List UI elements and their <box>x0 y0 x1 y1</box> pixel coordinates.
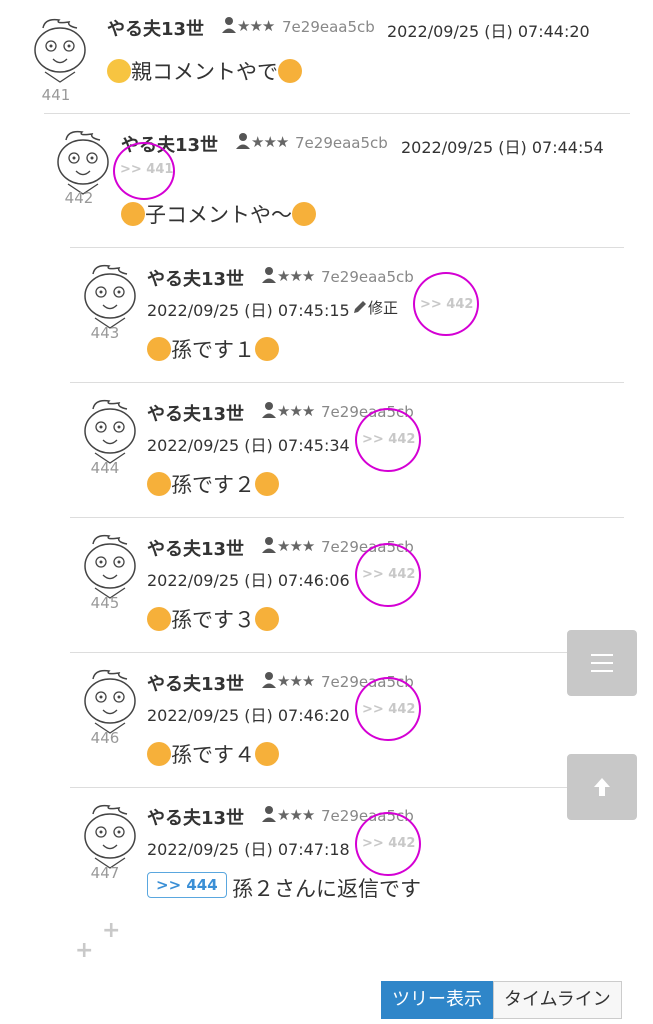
view-tabs: ツリー表示 タイムライン <box>381 981 622 1019</box>
person-icon <box>261 536 277 558</box>
post-number: 443 <box>90 324 120 342</box>
user-id[interactable]: 7e29eaa5cb <box>321 403 414 421</box>
rank-stars: ★★★ <box>277 267 315 285</box>
post-date: 2022/09/25 (日) 07:46:20 <box>147 706 350 725</box>
girl-emoji-icon <box>147 472 171 496</box>
rank-stars: ★★★ <box>237 17 275 35</box>
post-body: 孫です３ <box>147 604 279 634</box>
boy-emoji-icon <box>255 742 279 766</box>
post-body: 孫です１ <box>147 334 279 364</box>
reply-anchor[interactable]: >> 442 <box>362 432 415 447</box>
post-number: 447 <box>90 864 120 882</box>
user-id[interactable]: 7e29eaa5cb <box>321 538 414 556</box>
divider <box>70 517 624 518</box>
reply-anchor[interactable]: >> 442 <box>420 297 473 312</box>
rank-stars: ★★★ <box>277 806 315 824</box>
yaruo-avatar-icon[interactable] <box>25 14 95 84</box>
yaruo-avatar-icon[interactable] <box>75 260 145 330</box>
post-date: 2022/09/25 (日) 07:44:20 <box>387 22 590 41</box>
menu-button[interactable] <box>567 630 637 696</box>
person-icon <box>261 805 277 827</box>
girl-emoji-icon <box>255 472 279 496</box>
post-date: 2022/09/25 (日) 07:45:15 <box>147 301 350 320</box>
user-id[interactable]: 7e29eaa5cb <box>321 268 414 286</box>
yaruo-avatar-icon[interactable] <box>75 530 145 600</box>
rank-stars: ★★★ <box>277 537 315 555</box>
reply-link[interactable]: >> 444 <box>147 872 227 898</box>
expand-plus-icon[interactable]: + <box>102 918 120 943</box>
post-body: 孫です４ <box>147 739 279 769</box>
post-number: 445 <box>90 594 120 612</box>
post-number: 441 <box>41 86 71 104</box>
author-name[interactable]: やる夫13世 <box>147 804 244 830</box>
person-icon <box>261 401 277 423</box>
post-body: 子コメントや～ <box>121 199 316 229</box>
person-icon <box>235 132 251 154</box>
author-name[interactable]: やる夫13世 <box>107 15 204 41</box>
pencil-icon <box>354 301 366 313</box>
girl-emoji-icon <box>255 607 279 631</box>
reply-anchor[interactable]: >> 441 <box>120 162 173 177</box>
boy-emoji-icon <box>121 202 145 226</box>
expand-plus-icon[interactable]: + <box>75 938 93 963</box>
person-icon <box>221 16 237 38</box>
post-number: 444 <box>90 459 120 477</box>
author-name[interactable]: やる夫13世 <box>121 131 218 157</box>
post-date: 2022/09/25 (日) 07:45:34 <box>147 436 350 455</box>
divider <box>70 382 624 383</box>
boy-emoji-icon <box>147 607 171 631</box>
rank-stars: ★★★ <box>277 672 315 690</box>
scroll-top-button[interactable] <box>567 754 637 820</box>
divider <box>44 113 630 114</box>
girl-emoji-icon <box>147 742 171 766</box>
person-icon <box>261 671 277 693</box>
divider <box>70 652 624 653</box>
author-name[interactable]: やる夫13世 <box>147 535 244 561</box>
author-name[interactable]: やる夫13世 <box>147 670 244 696</box>
yaruo-avatar-icon[interactable] <box>75 395 145 465</box>
user-id[interactable]: 7e29eaa5cb <box>295 134 388 152</box>
rank-stars: ★★★ <box>277 402 315 420</box>
author-name[interactable]: やる夫13世 <box>147 400 244 426</box>
user-id[interactable]: 7e29eaa5cb <box>321 807 414 825</box>
boy-emoji-icon <box>255 337 279 361</box>
yaruo-avatar-icon[interactable] <box>75 665 145 735</box>
tab-timeline[interactable]: タイムライン <box>493 981 622 1019</box>
post-number: 446 <box>90 729 120 747</box>
rank-stars: ★★★ <box>251 133 289 151</box>
tab-tree[interactable]: ツリー表示 <box>381 981 493 1019</box>
old-person-emoji-icon <box>278 59 302 83</box>
user-id[interactable]: 7e29eaa5cb <box>282 18 375 36</box>
reply-anchor[interactable]: >> 442 <box>362 702 415 717</box>
divider <box>70 787 624 788</box>
arrow-up-icon <box>594 778 610 796</box>
person-icon <box>261 266 277 288</box>
edit-link[interactable]: 修正 <box>352 297 398 318</box>
girl-emoji-icon <box>292 202 316 226</box>
yaruo-avatar-icon[interactable] <box>48 126 118 196</box>
boy-emoji-icon <box>147 337 171 361</box>
baby-emoji-icon <box>107 59 131 83</box>
post-body: 親コメントやで <box>107 56 302 86</box>
reply-anchor[interactable]: >> 442 <box>362 567 415 582</box>
post-body: 孫です２ <box>147 469 279 499</box>
post-number: 442 <box>64 189 94 207</box>
user-id[interactable]: 7e29eaa5cb <box>321 673 414 691</box>
divider <box>70 247 624 248</box>
yaruo-avatar-icon[interactable] <box>75 800 145 870</box>
menu-icon <box>591 654 613 672</box>
reply-anchor[interactable]: >> 442 <box>362 836 415 851</box>
post-date: 2022/09/25 (日) 07:44:54 <box>401 138 604 157</box>
post-date: 2022/09/25 (日) 07:47:18 <box>147 840 350 859</box>
post-body: 孫２さんに返信です <box>232 877 421 901</box>
post-date: 2022/09/25 (日) 07:46:06 <box>147 571 350 590</box>
author-name[interactable]: やる夫13世 <box>147 265 244 291</box>
